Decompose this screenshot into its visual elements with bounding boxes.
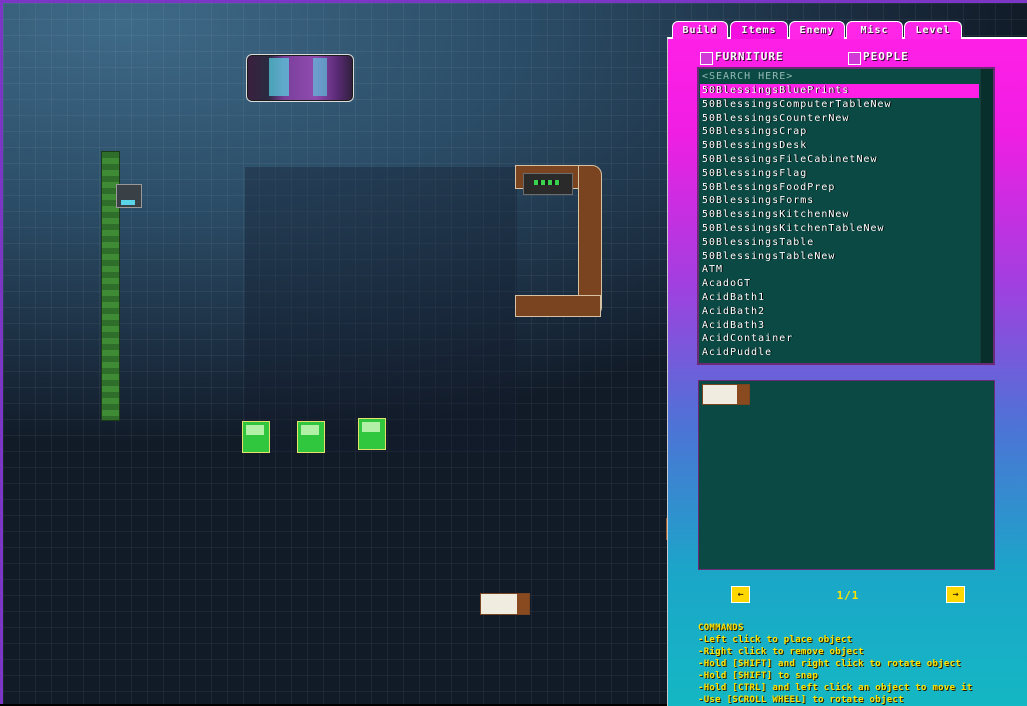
tab-build[interactable]: Build xyxy=(672,21,728,39)
command-line: -Use [SCROLL WHEEL] to rotate object xyxy=(698,695,904,705)
command-line: -Left click to place object xyxy=(698,635,853,645)
tab-enemy[interactable]: Enemy xyxy=(789,21,845,39)
list-item[interactable]: 50BlessingsForms xyxy=(700,194,979,208)
list-item[interactable]: 50BlessingsKitchenNew xyxy=(700,208,979,222)
purple-car-object[interactable] xyxy=(246,54,354,102)
list-item[interactable]: 50BlessingsFoodPrep xyxy=(700,181,979,195)
command-line: -Right click to remove object xyxy=(698,647,864,657)
prev-page-button[interactable]: ← xyxy=(731,586,750,603)
command-line: -Hold [SHIFT] to snap xyxy=(698,671,819,681)
arcade-cabinet-object[interactable] xyxy=(358,418,386,450)
list-item[interactable]: 50BlessingsCrap xyxy=(700,125,979,139)
search-input[interactable]: <SEARCH HERE> xyxy=(700,70,979,83)
list-item[interactable]: AcadoGT xyxy=(700,277,979,291)
room-floor-area xyxy=(245,167,517,453)
item-preview xyxy=(698,380,995,570)
keyboard-object[interactable] xyxy=(523,173,573,195)
list-item[interactable]: AcidBath3 xyxy=(700,319,979,333)
list-item[interactable]: 50BlessingsFlag xyxy=(700,167,979,181)
arcade-cabinet-object[interactable] xyxy=(297,421,325,453)
furniture-label: FURNITURE xyxy=(715,50,784,63)
people-checkbox[interactable] xyxy=(848,52,861,65)
list-item[interactable]: AcidBath2 xyxy=(700,305,979,319)
list-item[interactable]: 50BlessingsTableNew xyxy=(700,250,979,264)
command-line: -Hold [SHIFT] and right click to rotate … xyxy=(698,659,962,669)
list-item[interactable]: AcidBath1 xyxy=(700,291,979,305)
tab-items[interactable]: Items xyxy=(730,21,788,39)
arcade-cabinet-object[interactable] xyxy=(242,421,270,453)
tab-level[interactable]: Level xyxy=(904,21,962,39)
next-page-button[interactable]: → xyxy=(946,586,965,603)
list-item[interactable]: 50BlessingsKitchenTableNew xyxy=(700,222,979,236)
people-label: PEOPLE xyxy=(863,50,909,63)
furniture-checkbox[interactable] xyxy=(700,52,713,65)
preview-thumbnail xyxy=(702,384,750,405)
vending-machine-object[interactable] xyxy=(116,184,142,208)
arrow-left-icon: ← xyxy=(737,589,744,600)
item-list-entries: 50BlessingsBluePrints 50BlessingsComputer… xyxy=(700,84,979,360)
tab-misc[interactable]: Misc xyxy=(846,21,903,39)
arrow-right-icon: → xyxy=(952,589,959,600)
list-item[interactable]: 50BlessingsCounterNew xyxy=(700,112,979,126)
list-item[interactable]: AcidContainer xyxy=(700,332,979,346)
command-line: -Hold [CTRL] and left click an object to… xyxy=(698,683,973,693)
blueprints-object[interactable] xyxy=(480,593,530,615)
list-item[interactable]: 50BlessingsTable xyxy=(700,236,979,250)
item-list[interactable]: <SEARCH HERE> 50BlessingsBluePrints 50Ble… xyxy=(697,67,995,365)
page-indicator: 1/1 xyxy=(836,589,860,602)
list-scrollbar[interactable] xyxy=(980,69,993,363)
list-item[interactable]: 50BlessingsBluePrints xyxy=(700,84,979,98)
commands-title: COMMANDS xyxy=(698,623,744,633)
list-item[interactable]: 50BlessingsComputerTableNew xyxy=(700,98,979,112)
commands-help: COMMANDS -Left click to place object -Ri… xyxy=(698,622,973,706)
counter-bottom-object[interactable] xyxy=(515,295,601,317)
list-item[interactable]: AcidPuddle xyxy=(700,346,979,360)
list-item[interactable]: ATM xyxy=(700,263,979,277)
list-item[interactable]: 50BlessingsDesk xyxy=(700,139,979,153)
list-item[interactable]: 50BlessingsFileCabinetNew xyxy=(700,153,979,167)
